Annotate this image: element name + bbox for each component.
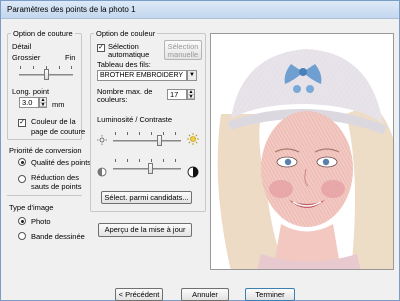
brightness-slider-thumb[interactable] [157, 135, 162, 146]
window-title: Paramètres des points de la photo 1 [7, 5, 136, 14]
quality-radio[interactable] [18, 158, 26, 166]
cancel-button[interactable]: Annuler [181, 288, 229, 301]
chevron-down-icon[interactable]: ▼ [187, 70, 197, 81]
stitch-length-spinner[interactable]: ▲ ▼ [39, 97, 47, 108]
brightness-tick [139, 132, 140, 135]
detail-slider-thumb[interactable] [44, 69, 49, 80]
embroidery-preview-image [211, 34, 393, 269]
image-type-title: Type d'image [9, 203, 54, 212]
stitch-length-label: Long. point [12, 87, 50, 96]
title-bar: Paramètres des points de la photo 1 [1, 1, 399, 19]
comic-radio[interactable] [18, 232, 26, 240]
brightness-high-icon [187, 133, 199, 145]
page-color-label-2: page de couture [31, 127, 86, 136]
reduce-jumps-label-2: sauts de points [31, 182, 82, 191]
manual-select-label-2: manuelle [167, 50, 199, 59]
contrast-tick [139, 159, 140, 162]
comic-label: Bande dessinée [31, 232, 85, 241]
brightness-tick [163, 132, 164, 135]
brightness-low-icon [97, 135, 107, 145]
page-color-checkbox[interactable]: ✓ [18, 119, 26, 127]
fine-label: Fin [65, 53, 76, 62]
detail-tick [33, 66, 34, 69]
detail-label: Détail [12, 42, 32, 51]
brightness-contrast-label: Luminosité / Contraste [97, 115, 173, 124]
contrast-low-icon [97, 167, 107, 177]
brightness-slider-track [113, 140, 181, 142]
manual-select-button[interactable]: Sélection manuelle [164, 40, 202, 60]
brightness-tick [175, 132, 176, 135]
contrast-tick [115, 159, 116, 162]
thread-table-select[interactable]: BROTHER EMBROIDERY [97, 70, 187, 81]
finish-button[interactable]: Terminer [245, 288, 295, 301]
quality-label: Qualité des points [31, 158, 92, 167]
divider [7, 195, 82, 196]
contrast-slider-track [113, 168, 181, 170]
photo-label: Photo [31, 217, 51, 226]
detail-tick [71, 66, 72, 69]
photo-preview [210, 33, 394, 270]
max-colors-spinner[interactable]: ▲ ▼ [187, 89, 195, 100]
stitch-length-unit: mm [52, 100, 65, 109]
contrast-tick [127, 159, 128, 162]
auto-select-checkbox[interactable]: ✓ [97, 44, 105, 52]
brightness-tick [151, 132, 152, 135]
contrast-tick [151, 159, 152, 162]
contrast-tick [163, 159, 164, 162]
dialog-window: Paramètres des points de la photo 1 Opti… [0, 0, 400, 301]
auto-select-label-2: automatique [108, 50, 150, 59]
select-candidates-button[interactable]: Sélect. parmi candidats... [101, 191, 192, 204]
page-color-label-1: Couleur de la [31, 117, 76, 126]
detail-tick [20, 66, 21, 69]
contrast-slider-thumb[interactable] [148, 163, 153, 174]
conversion-priority-title: Priorité de conversion [9, 146, 82, 155]
previous-button[interactable]: < Précédent [115, 288, 163, 301]
coarse-label: Grossier [12, 53, 41, 62]
color-options-legend: Option de couleur [94, 29, 158, 38]
detail-tick [59, 66, 60, 69]
contrast-high-icon [187, 166, 199, 178]
brightness-tick [127, 132, 128, 135]
thread-table-label: Tableau des fils: [97, 60, 151, 69]
stitch-options-legend: Option de couture [11, 29, 75, 38]
reduce-jumps-label-1: Réduction des [31, 173, 79, 182]
max-colors-input[interactable]: 17 [167, 89, 187, 100]
photo-radio[interactable] [18, 217, 26, 225]
stitch-length-input[interactable]: 3.0 [19, 97, 39, 108]
contrast-tick [175, 159, 176, 162]
brightness-tick [115, 132, 116, 135]
update-preview-button[interactable]: Aperçu de la mise à jour [98, 223, 192, 237]
max-colors-label-2: couleurs: [97, 95, 128, 104]
reduce-jumps-radio[interactable] [18, 175, 26, 183]
